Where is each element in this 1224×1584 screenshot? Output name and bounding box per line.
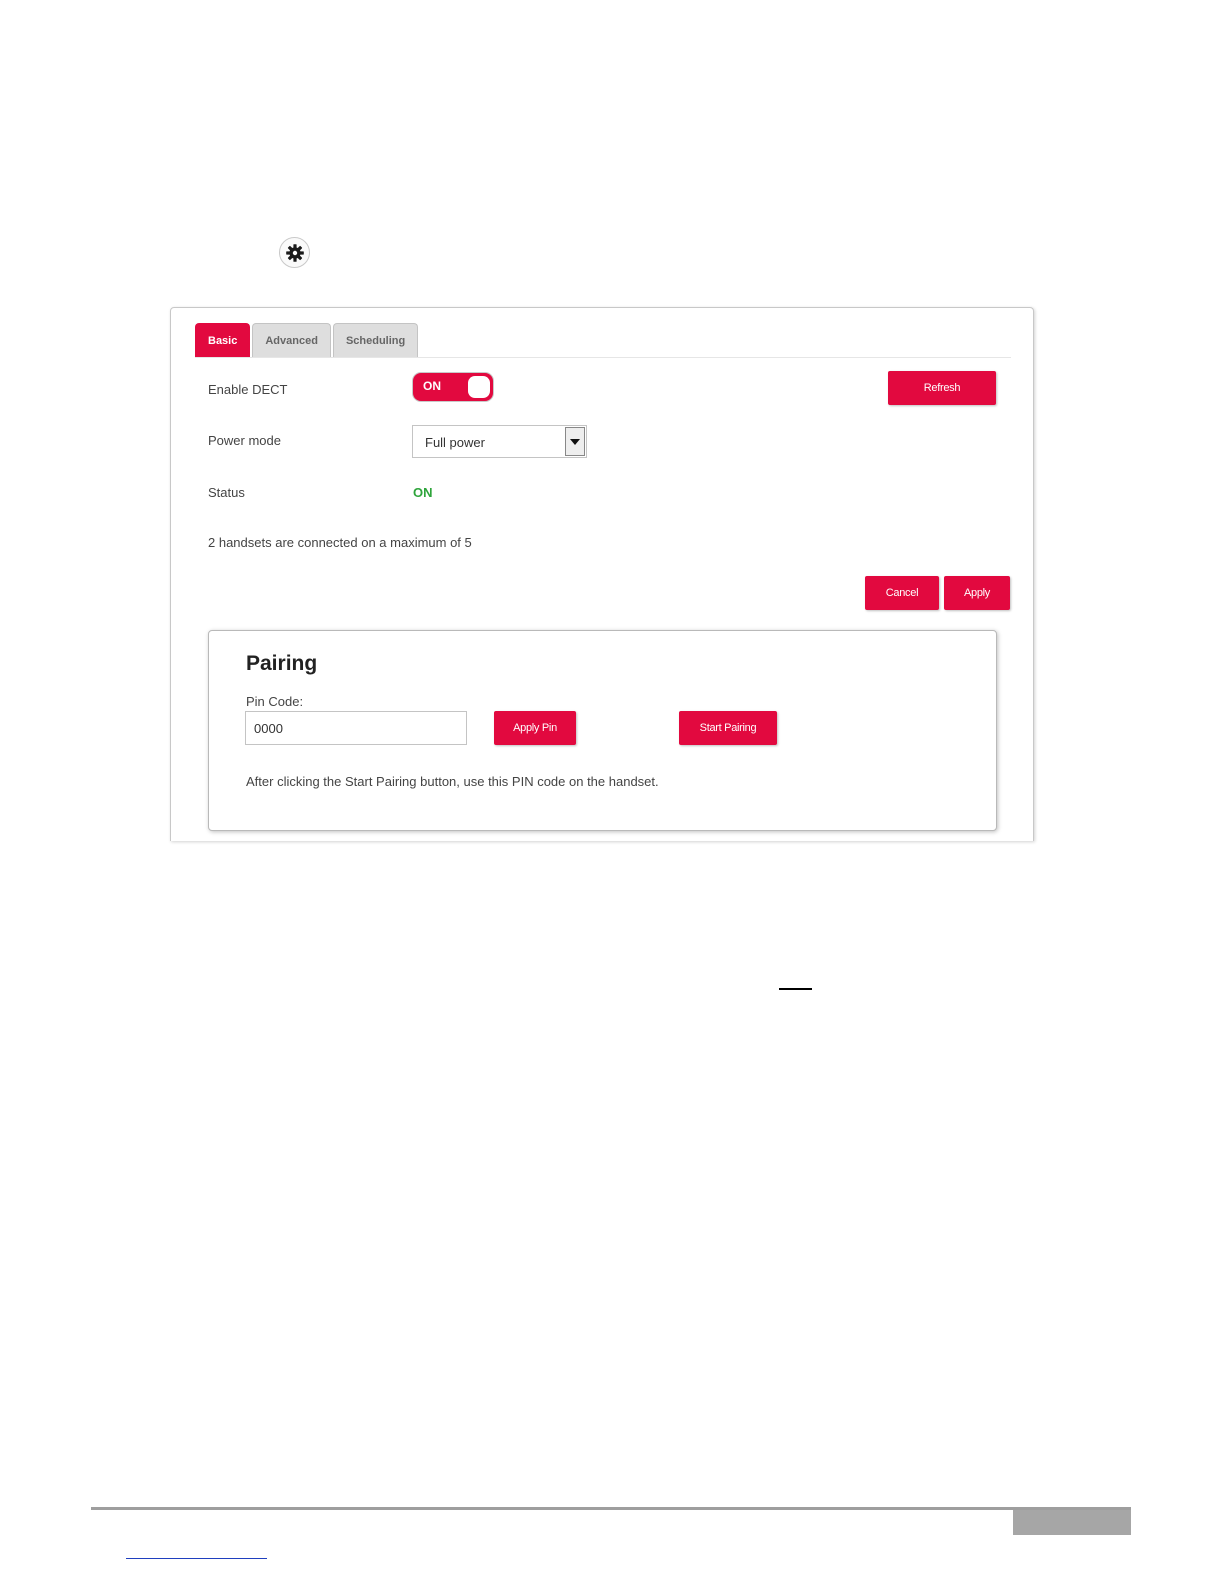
status-value: ON	[413, 485, 433, 500]
footer-link-underline[interactable]	[126, 1558, 267, 1559]
apply-pin-button[interactable]: Apply Pin	[494, 711, 576, 745]
power-mode-label: Power mode	[208, 433, 281, 448]
underline-mark	[779, 988, 812, 990]
pairing-title: Pairing	[246, 652, 318, 675]
handsets-count-text: 2 handsets are connected on a maximum of…	[208, 535, 472, 550]
settings-icon-button[interactable]	[279, 237, 310, 268]
footer-page-block	[1013, 1510, 1131, 1535]
pairing-section: Pairing Pin Code: Apply Pin Start Pairin…	[208, 630, 997, 831]
toggle-state-text: ON	[423, 379, 441, 393]
apply-button[interactable]: Apply	[944, 576, 1010, 610]
tab-advanced[interactable]: Advanced	[252, 323, 331, 357]
chevron-down-icon[interactable]	[565, 427, 585, 456]
power-mode-value: Full power	[425, 435, 485, 450]
footer-divider	[91, 1507, 1131, 1510]
pin-code-input[interactable]	[245, 711, 467, 745]
tab-basic[interactable]: Basic	[195, 323, 251, 357]
power-mode-select[interactable]: Full power	[412, 425, 587, 458]
tab-scheduling[interactable]: Scheduling	[332, 323, 419, 357]
pairing-hint-text: After clicking the Start Pairing button,…	[246, 774, 659, 789]
gear-icon	[285, 243, 304, 262]
cancel-button[interactable]: Cancel	[865, 576, 939, 610]
dect-settings-panel: Basic Advanced Scheduling Enable DECT ON…	[170, 307, 1034, 841]
enable-dect-label: Enable DECT	[208, 382, 288, 397]
pin-code-label: Pin Code:	[246, 694, 304, 709]
start-pairing-button[interactable]: Start Pairing	[679, 711, 777, 745]
refresh-button[interactable]: Refresh	[888, 371, 996, 405]
tab-divider	[195, 357, 1011, 358]
tab-bar: Basic Advanced Scheduling	[195, 323, 419, 357]
toggle-knob	[468, 376, 490, 398]
enable-dect-toggle[interactable]: ON	[413, 373, 493, 401]
status-label: Status	[208, 485, 245, 500]
